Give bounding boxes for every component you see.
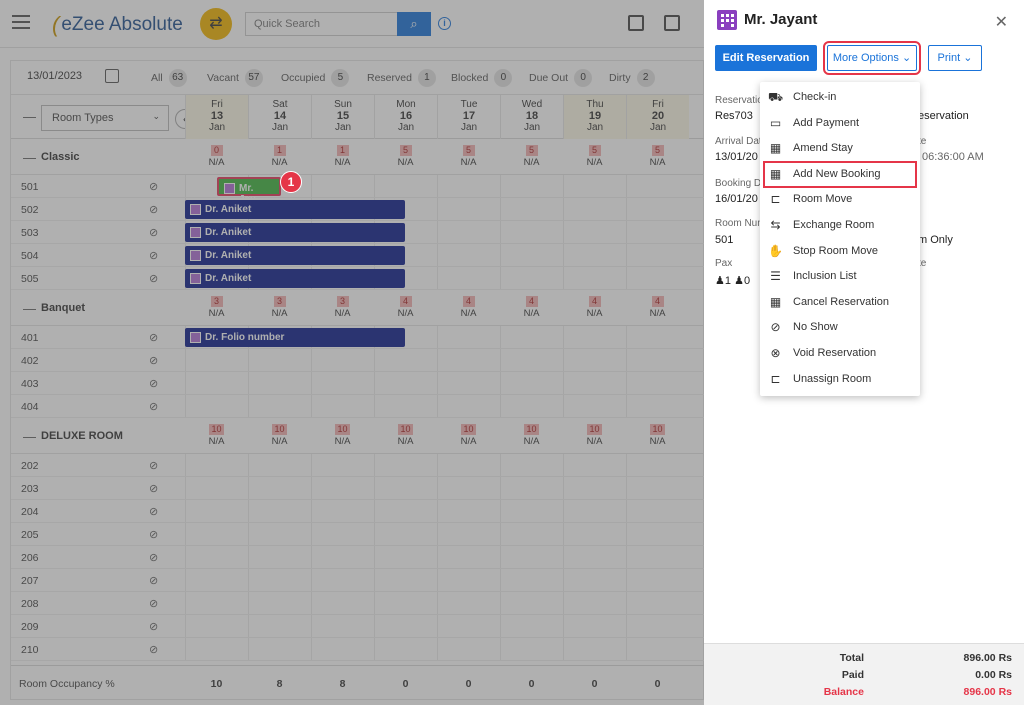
balance-label: Balance <box>823 686 864 698</box>
menu-item-label: Cancel Reservation <box>793 295 889 308</box>
guest-name: Mr. Jayant <box>744 11 818 28</box>
payment-icon: ▭ <box>769 115 782 130</box>
building-icon <box>717 10 737 30</box>
menu-item-add-payment[interactable]: ▭ Add Payment <box>760 111 920 136</box>
arrival-time-value: 06:36:00 AM <box>922 151 984 163</box>
room-value: 501 <box>715 234 734 246</box>
menu-item-cancel-reservation[interactable]: ▦ Cancel Reservation <box>760 290 920 315</box>
calendar-icon: ▦ <box>769 141 782 156</box>
more-options-menu: ⛟ Check-in ▭ Add Payment ▦ Amend Stay ▦ Add New… <box>760 82 920 396</box>
reservation-type-value: eservation <box>918 110 969 122</box>
reservation-value: Res703 <box>715 110 753 122</box>
menu-item-label: Check-in <box>793 91 837 103</box>
booking-label: Booking D <box>715 178 762 189</box>
check-in-icon: ⛟ <box>768 90 784 104</box>
menu-item-inclusion-list[interactable]: ☰ Inclusion List <box>760 264 920 289</box>
menu-item-exchange-room[interactable]: ⇆ Exchange Room <box>760 213 920 238</box>
menu-item-no-show[interactable]: ⊘ No Show <box>760 315 920 340</box>
chevron-down-icon: ⌄ <box>901 52 912 64</box>
menu-item-label: Add Payment <box>793 116 860 129</box>
bed-move-icon: ⊏ <box>770 192 781 207</box>
arrival-value: 13/01/20 <box>715 151 758 163</box>
bed-unassign-icon: ⊏ <box>770 371 781 386</box>
hand-icon: ✋ <box>768 243 783 258</box>
void-icon: ⊗ <box>770 346 781 360</box>
exchange-icon: ⇆ <box>770 218 781 232</box>
arrival-label: Arrival Dat <box>715 136 762 147</box>
menu-item-label: Room Move <box>793 193 853 206</box>
menu-item-label: Stop Room Move <box>793 244 878 257</box>
pax-value: ♟1 ♟0 <box>715 275 751 287</box>
menu-item-add-new-booking[interactable]: ▦ Add New Booking <box>763 160 917 188</box>
balance-summary: Total 896.00 Rs Paid 0.00 Rs Balance 896… <box>704 643 1024 705</box>
room-label: Room Num <box>715 218 766 229</box>
menu-item-amend-stay[interactable]: ▦ Amend Stay <box>760 136 920 161</box>
total-value: 896.00 Rs <box>963 652 1012 664</box>
menu-item-void-reservation[interactable]: ⊗ Void Reservation <box>760 341 920 366</box>
menu-item-stop-room-move[interactable]: ✋ Stop Room Move <box>760 239 920 264</box>
menu-item-label: No Show <box>793 321 838 334</box>
paid-value: 0.00 Rs <box>975 669 1012 681</box>
more-options-button[interactable]: More Options ⌄ <box>823 41 921 75</box>
pax-label: Pax <box>715 258 733 269</box>
modal-overlay[interactable] <box>0 0 704 705</box>
menu-item-label: Exchange Room <box>793 219 875 231</box>
reservation-label: Reservatio <box>715 95 763 106</box>
balance-value: 896.00 Rs <box>963 686 1012 698</box>
inclusion-icon: ☰ <box>770 269 781 284</box>
rate-type-value: m Only <box>918 234 953 246</box>
menu-item-room-move[interactable]: ⊏ Room Move <box>760 187 920 212</box>
menu-item-check-in[interactable]: ⛟ Check-in <box>760 85 920 110</box>
booking-value: 16/01/20 <box>715 193 758 205</box>
menu-item-label: Amend Stay <box>793 142 853 155</box>
menu-item-label: Void Reservation <box>793 347 877 359</box>
eye-off-icon: ⊘ <box>770 320 781 335</box>
step-marker: 1 <box>280 171 302 193</box>
menu-item-label: Inclusion List <box>793 270 857 283</box>
print-button[interactable]: Print ⌄ <box>928 45 982 71</box>
calendar-cancel-icon: ▦ <box>769 294 782 309</box>
chevron-down-icon: ⌄ <box>963 52 973 64</box>
child-icon: ♟ <box>734 275 744 287</box>
adult-icon: ♟ <box>715 275 725 287</box>
close-icon[interactable]: ✕ <box>995 12 1008 32</box>
menu-item-label: Unassign Room <box>793 372 872 385</box>
calendar-add-icon: ▦ <box>769 166 782 181</box>
menu-item-label: Add New Booking <box>793 167 881 180</box>
paid-label: Paid <box>841 669 864 681</box>
total-label: Total <box>839 652 864 664</box>
edit-reservation-button[interactable]: Edit Reservation <box>715 45 817 71</box>
menu-item-unassign-room[interactable]: ⊏ Unassign Room <box>760 367 920 392</box>
